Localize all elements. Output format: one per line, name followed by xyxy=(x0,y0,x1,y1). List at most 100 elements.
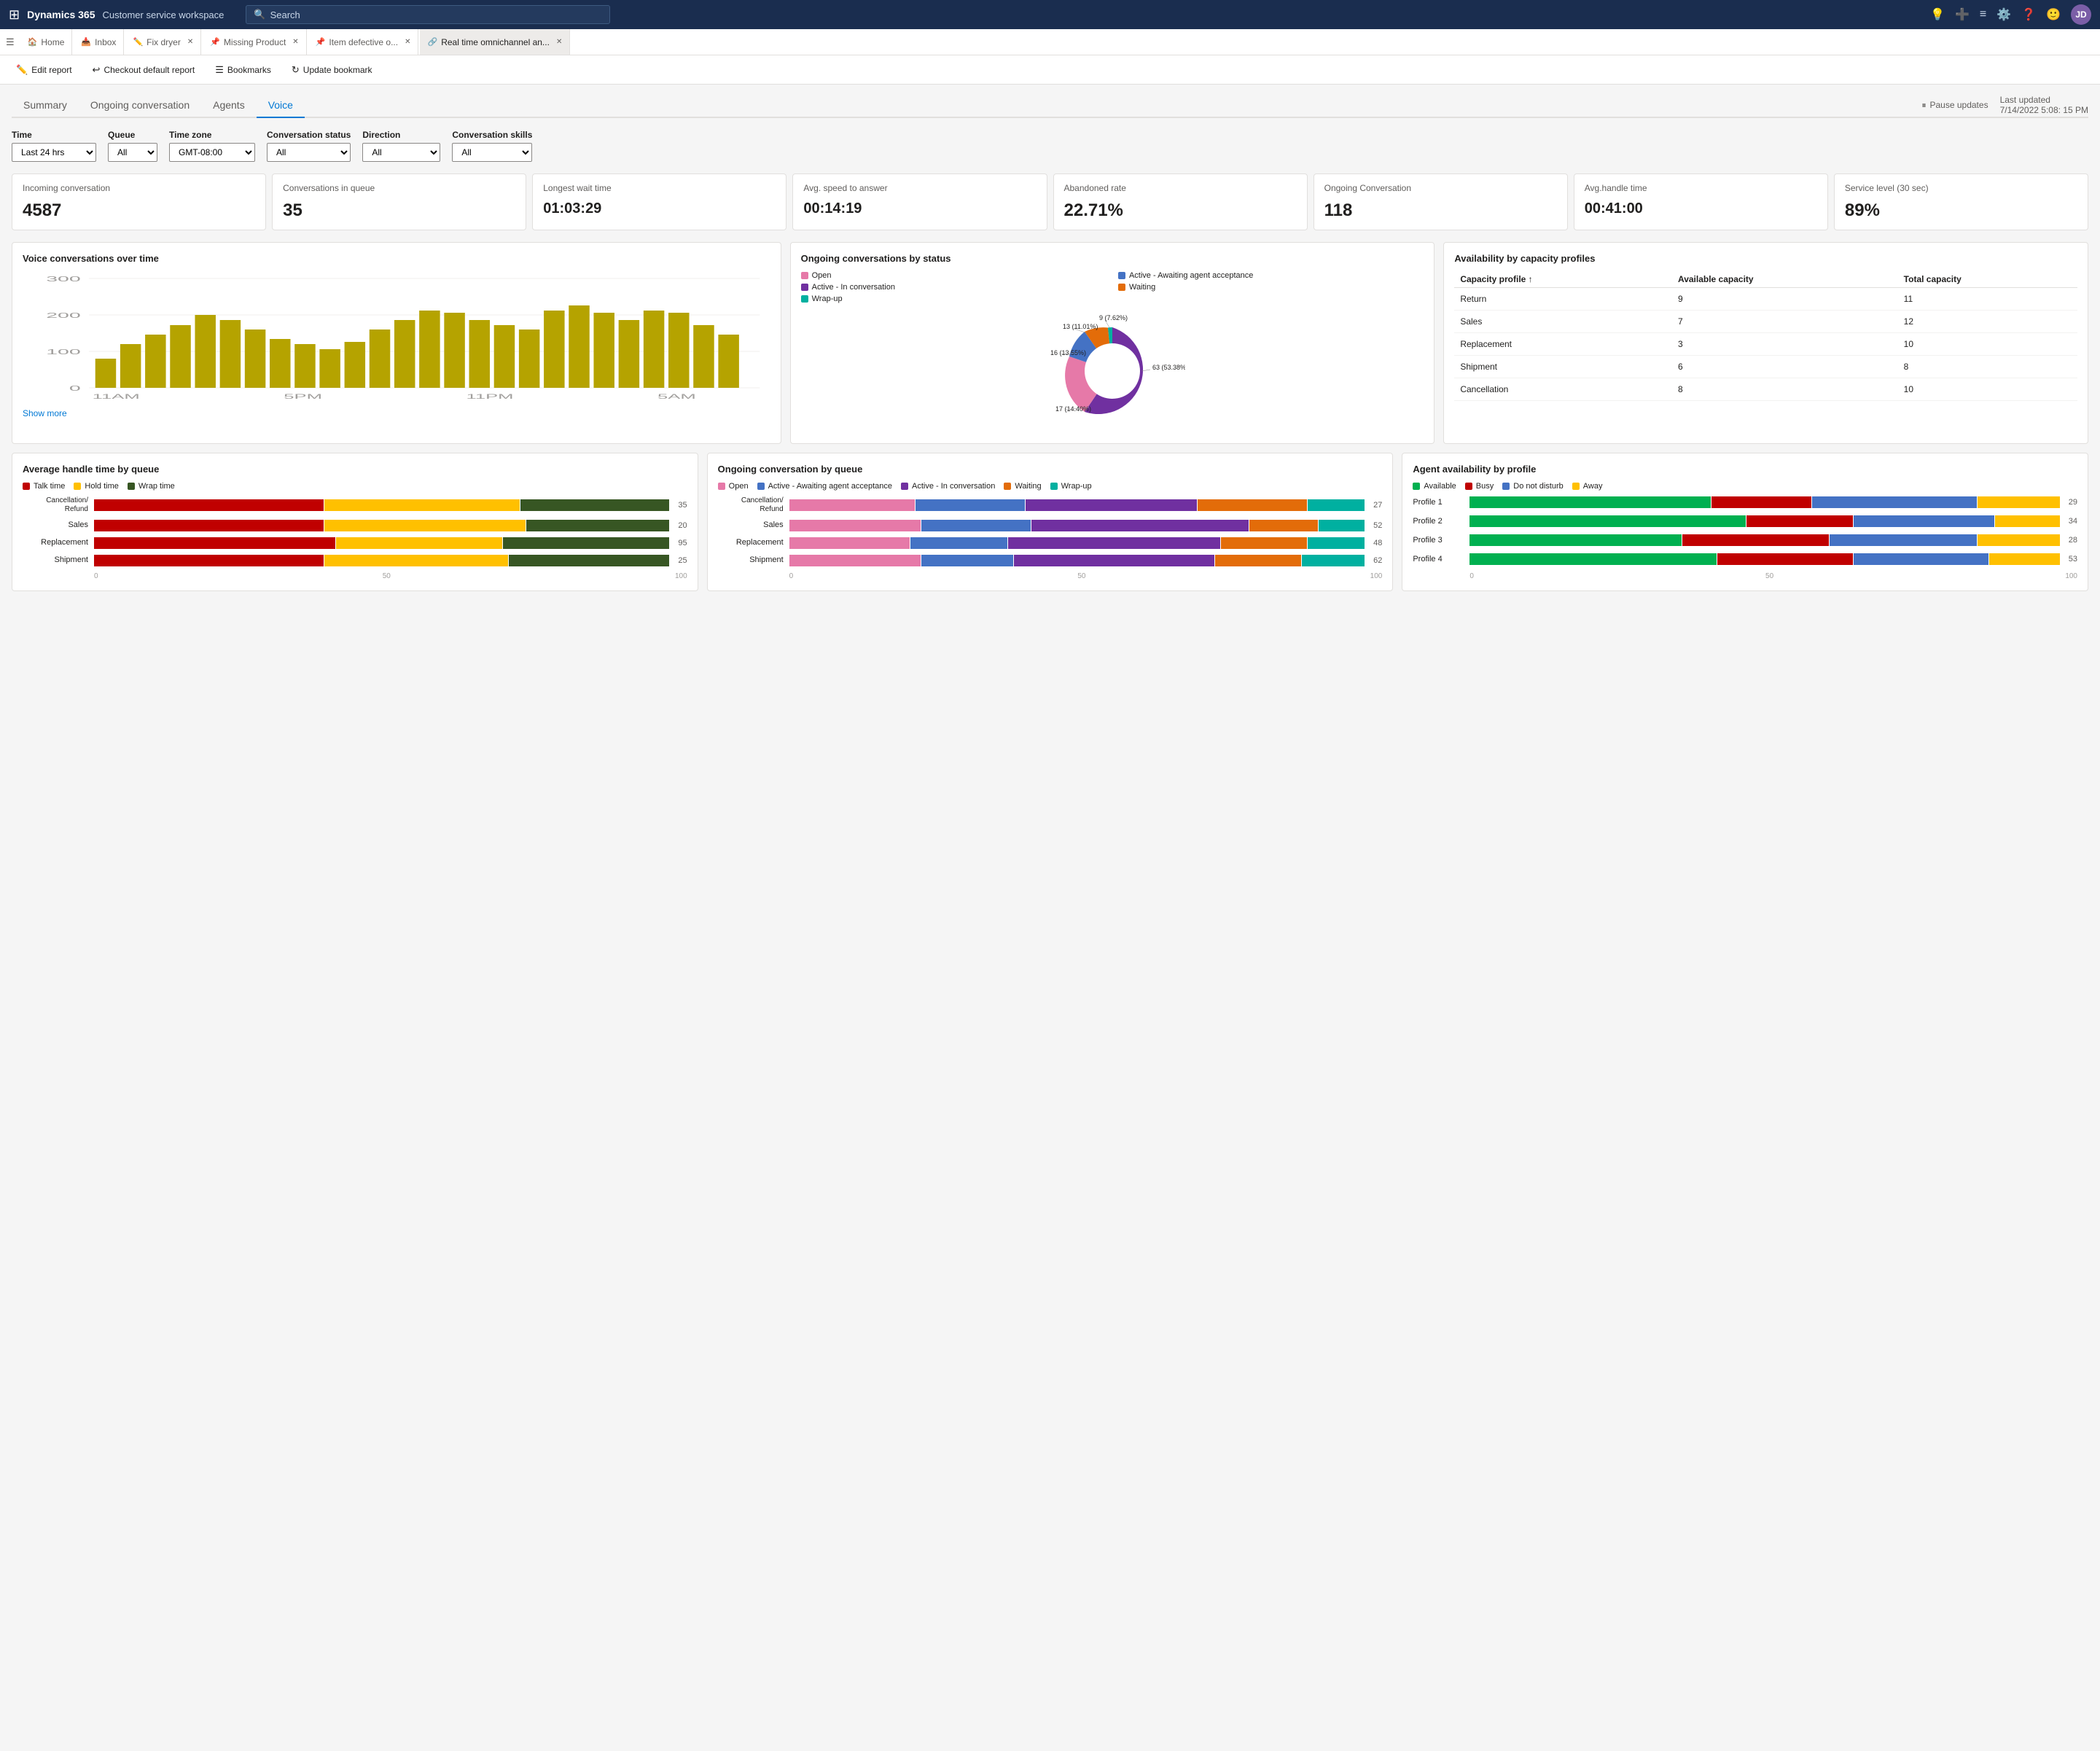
filter-timezone-select[interactable]: GMT-08:00 GMT-05:00 GMT+00:00 xyxy=(169,143,255,162)
hbar-seg-wrap xyxy=(520,499,670,511)
ongoing-status-title: Ongoing conversations by status xyxy=(801,253,1424,264)
update-bookmark-button[interactable]: ↻ Update bookmark xyxy=(287,62,377,78)
app-grid-icon[interactable]: ⊞ xyxy=(9,7,20,23)
oq-shipment-bars xyxy=(789,555,1365,566)
tab-summary[interactable]: Summary xyxy=(12,93,79,118)
legend-available-label: Available xyxy=(1424,482,1456,491)
tab-missing-product[interactable]: 📌 Missing Product ✕ xyxy=(203,29,306,55)
kpi-service-label: Service level (30 sec) xyxy=(1845,183,2077,195)
return-available: 9 xyxy=(1672,287,1898,310)
legend-oq-waiting: Waiting xyxy=(1004,482,1041,491)
kpi-ongoing-label: Ongoing Conversation xyxy=(1324,183,1557,195)
hbar-replacement-bars xyxy=(94,537,669,549)
avail-profile4-value: 53 xyxy=(2069,555,2077,563)
tab-ongoing-conversation[interactable]: Ongoing conversation xyxy=(79,93,201,118)
lightbulb-icon[interactable]: 💡 xyxy=(1930,7,1945,22)
oq-seg-open xyxy=(789,537,910,549)
legend-hold-dot xyxy=(74,483,81,490)
avail-profile2-label: Profile 2 xyxy=(1413,517,1464,526)
checkout-report-button[interactable]: ↩ Checkout default report xyxy=(88,62,200,78)
col-capacity-profile[interactable]: Capacity profile ↑ xyxy=(1454,271,1672,288)
main-content: Summary Ongoing conversation Agents Voic… xyxy=(0,85,2100,609)
profile-shipment: Shipment xyxy=(1454,355,1672,378)
svg-text:16 (13.55%): 16 (13.55%) xyxy=(1050,349,1086,356)
legend-oq-active: Active - In conversation xyxy=(901,482,995,491)
legend-active: Active - In conversation xyxy=(801,283,1106,292)
hbar-replacement-value: 95 xyxy=(678,539,687,547)
tab-home[interactable]: 🏠 Home xyxy=(20,29,73,55)
tab-fix-dryer-close[interactable]: ✕ xyxy=(187,38,193,46)
kpi-row: Incoming conversation 4587 Conversations… xyxy=(12,173,2088,230)
edit-report-button[interactable]: ✏️ Edit report xyxy=(12,62,77,78)
feedback-icon[interactable]: 🙂 xyxy=(2046,7,2061,22)
filter-queue: Queue All xyxy=(108,130,157,162)
settings-icon[interactable]: ⚙️ xyxy=(1996,7,2011,22)
table-row: Return 9 11 xyxy=(1454,287,2077,310)
avail-profile1-value: 29 xyxy=(2069,498,2077,507)
tab-item-defective[interactable]: 📌 Item defective o... ✕ xyxy=(308,29,419,55)
legend-active-label: Active - In conversation xyxy=(812,283,895,292)
shipment-total: 8 xyxy=(1898,355,2077,378)
plus-icon[interactable]: ➕ xyxy=(1955,7,1970,22)
table-row: Shipment 6 8 xyxy=(1454,355,2077,378)
menu-icon[interactable]: ≡ xyxy=(1980,8,1986,21)
oq-seg-await xyxy=(916,499,1024,511)
legend-dnd: Do not disturb xyxy=(1502,482,1563,491)
avail-profile4: Profile 4 53 xyxy=(1413,553,2077,565)
filter-queue-select[interactable]: All xyxy=(108,143,157,162)
availability-table-scroll[interactable]: Capacity profile ↑ Available capacity To… xyxy=(1454,271,2077,401)
legend-wrap-dot xyxy=(128,483,135,490)
pause-label: Pause updates xyxy=(1930,100,1988,110)
tab-item-defective-close[interactable]: ✕ xyxy=(405,38,410,46)
avail-seg-busy xyxy=(1682,534,1830,546)
hbar-seg-wrap xyxy=(526,520,670,531)
oq-sales-bars xyxy=(789,520,1365,531)
col-total-capacity[interactable]: Total capacity xyxy=(1898,271,2077,288)
hbar-replacement: Replacement 95 xyxy=(23,537,687,549)
oq-cancellation: Cancellation/Refund 27 xyxy=(718,496,1383,514)
tab-missing-product-close[interactable]: ✕ xyxy=(292,38,298,46)
bookmarks-button[interactable]: ☰ Bookmarks xyxy=(211,62,276,78)
avail-seg-available xyxy=(1469,534,1681,546)
ongoing-queue-title: Ongoing conversation by queue xyxy=(718,464,1383,475)
show-more-button[interactable]: Show more xyxy=(23,408,67,418)
edit-icon: ✏️ xyxy=(16,64,28,76)
legend-talk-dot xyxy=(23,483,30,490)
hbar-seg-talk xyxy=(94,499,324,511)
kpi-handle-label: Avg.handle time xyxy=(1585,183,1817,195)
filter-conversation-status-select[interactable]: All Open Active Wrap-up xyxy=(267,143,351,162)
oq-seg-active xyxy=(1031,520,1249,531)
col-available-capacity[interactable]: Available capacity xyxy=(1672,271,1898,288)
kpi-service-level: Service level (30 sec) 89% xyxy=(1834,173,2088,230)
user-avatar[interactable]: JD xyxy=(2071,4,2091,25)
cancellation-available: 8 xyxy=(1672,378,1898,400)
filter-time-select[interactable]: Last 24 hrs Last 12 hrs Last 7 days xyxy=(12,143,96,162)
tab-voice[interactable]: Voice xyxy=(257,93,305,118)
legend-busy-dot xyxy=(1465,483,1472,490)
svg-text:200: 200 xyxy=(46,311,81,319)
last-updated-label: Last updated xyxy=(2000,95,2050,105)
tab-fix-dryer[interactable]: ✏️ Fix dryer ✕ xyxy=(125,29,201,55)
hamburger-icon[interactable]: ☰ xyxy=(6,36,15,48)
legend-oq-wrapup-dot xyxy=(1050,483,1058,490)
tab-real-time-close[interactable]: ✕ xyxy=(556,38,562,46)
top-navigation: ⊞ Dynamics 365 Customer service workspac… xyxy=(0,0,2100,29)
avail-seg-dnd xyxy=(1854,553,1988,565)
pause-updates-button[interactable]: ⏸ Pause updates xyxy=(1921,100,1988,111)
avail-seg-busy xyxy=(1717,553,1852,565)
filter-conversation-skills-select[interactable]: All xyxy=(452,143,532,162)
tab-agents[interactable]: Agents xyxy=(201,93,257,118)
update-bookmark-label: Update bookmark xyxy=(303,65,372,75)
filter-conversation-skills: Conversation skills All xyxy=(452,130,532,162)
voice-bar-chart: 300 200 100 0 xyxy=(23,271,770,402)
avail-profile3-value: 28 xyxy=(2069,536,2077,545)
tab-real-time[interactable]: 🔗 Real time omnichannel an... ✕ xyxy=(420,29,570,55)
oq-seg-wait xyxy=(1198,499,1306,511)
hbar-seg-hold xyxy=(324,555,508,566)
help-icon[interactable]: ❓ xyxy=(2021,7,2036,22)
search-bar[interactable]: 🔍 Search xyxy=(246,5,610,24)
filter-direction-select[interactable]: All Inbound Outbound xyxy=(362,143,440,162)
legend-waiting: Waiting xyxy=(1118,283,1424,292)
tab-inbox[interactable]: 📥 Inbox xyxy=(74,29,124,55)
filter-conversation-status-label: Conversation status xyxy=(267,130,351,140)
